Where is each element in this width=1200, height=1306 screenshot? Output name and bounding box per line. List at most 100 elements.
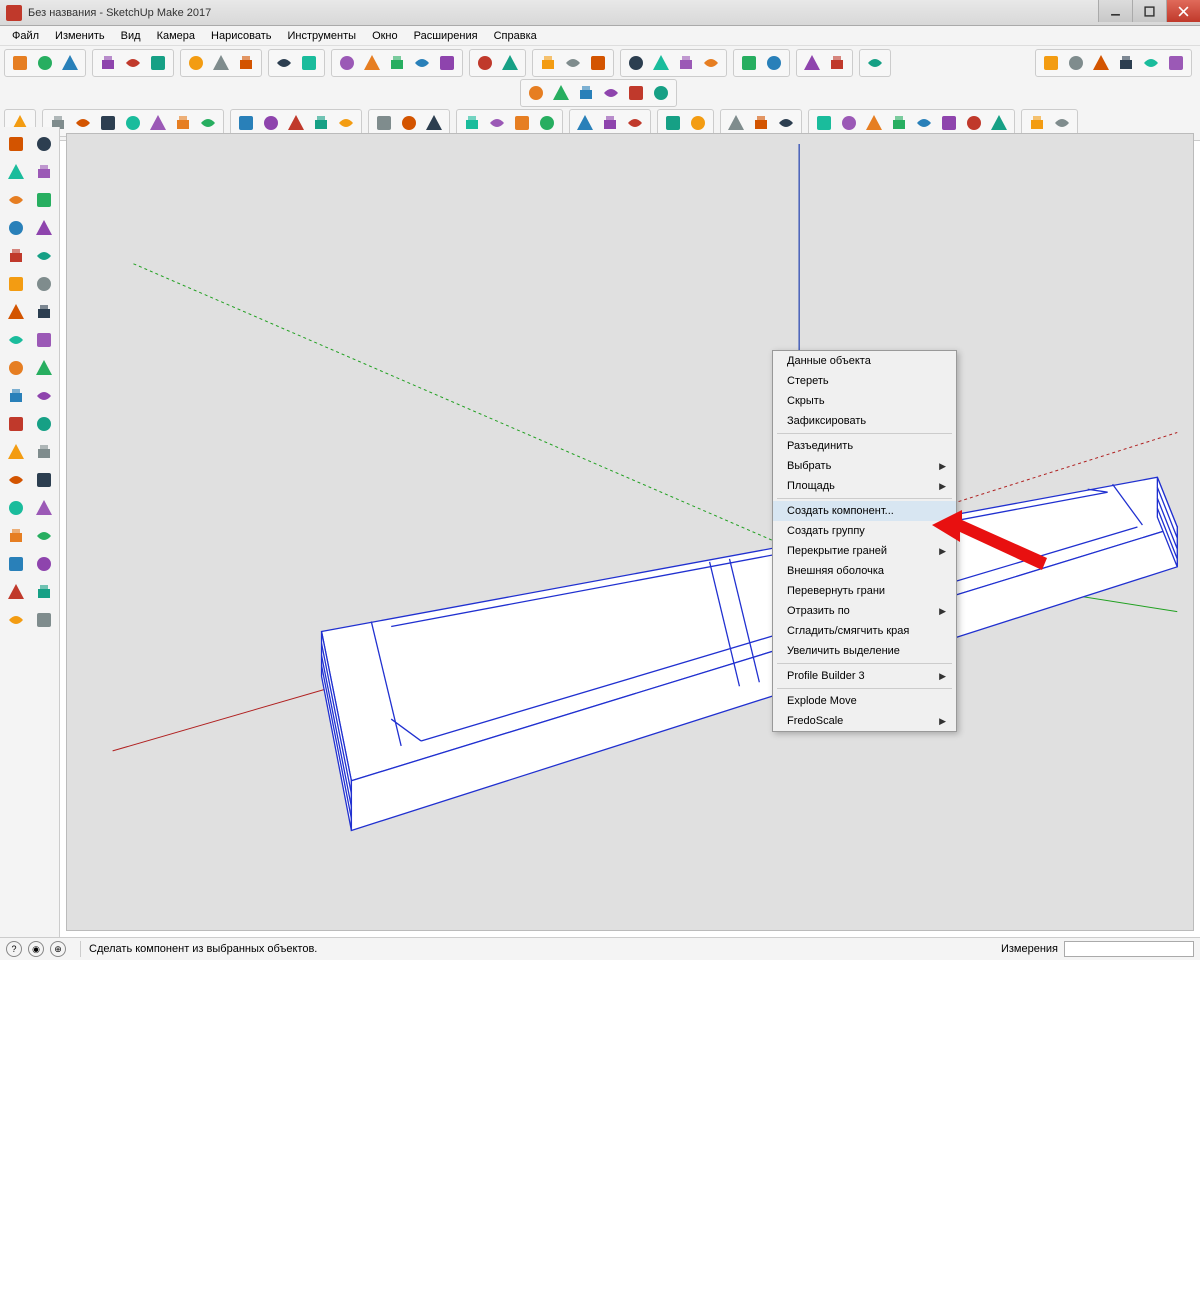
circle-button[interactable] [3,243,29,269]
line-button[interactable] [3,187,29,213]
menu-окно[interactable]: Окно [364,28,406,44]
delete-button[interactable] [184,51,208,75]
ctx-перевернуть-грани[interactable]: Перевернуть грани [773,581,956,601]
house-d-button[interactable] [599,81,623,105]
house-b-button[interactable] [549,81,573,105]
viewport[interactable]: Данные объектаСтеретьСкрытьЗафиксировать… [66,133,1194,931]
nav-c-button[interactable] [674,51,698,75]
move-button[interactable] [3,327,29,353]
curve-a-button[interactable] [800,51,824,75]
component-d-button[interactable] [410,51,434,75]
ctx-данные-объекта[interactable]: Данные объекта [773,351,956,371]
ctx-fredoscale[interactable]: FredoScale▶ [773,711,956,731]
menu-файл[interactable]: Файл [4,28,47,44]
minimize-button[interactable] [1098,0,1132,22]
rect-button[interactable] [3,215,29,241]
render-c-button[interactable] [1089,51,1113,75]
orbit-button[interactable] [3,495,29,521]
ctx-скрыть[interactable]: Скрыть [773,391,956,411]
eraser-button[interactable] [31,159,57,185]
layer-b-button[interactable] [498,51,522,75]
open-file-button[interactable] [33,51,57,75]
component-button[interactable] [31,131,57,157]
ctx-отразить-по[interactable]: Отразить по▶ [773,601,956,621]
look-button[interactable] [31,579,57,605]
push-button[interactable] [31,327,57,353]
house-f-button[interactable] [649,81,673,105]
redo-button[interactable] [234,51,258,75]
ctx-площадь[interactable]: Площадь▶ [773,476,956,496]
save-file-button[interactable] [58,51,82,75]
ctx-внешняя-оболочка[interactable]: Внешняя оболочка [773,561,956,581]
style-b-button[interactable] [561,51,585,75]
nav-a-button[interactable] [624,51,648,75]
component-e-button[interactable] [435,51,459,75]
house-c-button[interactable] [574,81,598,105]
ctx-разъединить[interactable]: Разъединить [773,436,956,456]
render-e-button[interactable] [1139,51,1163,75]
measurements-input[interactable] [1064,941,1194,957]
plugin-a-button[interactable] [863,51,887,75]
render-b-button[interactable] [1064,51,1088,75]
misc-b-button[interactable] [762,51,786,75]
cut-button[interactable] [96,51,120,75]
pie-button[interactable] [3,299,29,325]
nav-d-button[interactable] [699,51,723,75]
menu-нарисовать[interactable]: Нарисовать [203,28,279,44]
ctx-увеличить-выделение[interactable]: Увеличить выделение [773,641,956,661]
text-button[interactable] [31,439,57,465]
print-button[interactable] [272,51,296,75]
ctx-profile-builder-3[interactable]: Profile Builder 3▶ [773,666,956,686]
style-a-button[interactable] [536,51,560,75]
ctx-создать-компонент-[interactable]: Создать компонент... [773,501,956,521]
status-user-icon[interactable]: ◉ [28,941,44,957]
layer-a-button[interactable] [473,51,497,75]
tape-button[interactable] [3,411,29,437]
ctx-выбрать[interactable]: Выбрать▶ [773,456,956,476]
curve-b-button[interactable] [825,51,849,75]
model-info-button[interactable] [297,51,321,75]
ctx-сгладить-смягчить-края[interactable]: Сгладить/смягчить края [773,621,956,641]
close-button[interactable] [1166,0,1200,22]
follow-button[interactable] [31,355,57,381]
arc-button[interactable] [3,271,29,297]
render-f-button[interactable] [1164,51,1188,75]
scale-button[interactable] [3,383,29,409]
offset-button[interactable] [31,383,57,409]
axes-button[interactable] [3,467,29,493]
ctx-зафиксировать[interactable]: Зафиксировать [773,411,956,431]
ctx-explode-move[interactable]: Explode Move [773,691,956,711]
style-c-button[interactable] [586,51,610,75]
menu-инструменты[interactable]: Инструменты [279,28,364,44]
menu-расширения[interactable]: Расширения [406,28,486,44]
polygon-button[interactable] [31,243,57,269]
new-file-button[interactable] [8,51,32,75]
arc2-button[interactable] [31,271,57,297]
undo-button[interactable] [209,51,233,75]
rotrect-button[interactable] [31,215,57,241]
paint-button[interactable] [3,159,29,185]
component-a-button[interactable] [335,51,359,75]
pan-button[interactable] [31,495,57,521]
copy-button[interactable] [121,51,145,75]
zoom-ext-button[interactable] [31,551,57,577]
position-button[interactable] [3,579,29,605]
misc-a-button[interactable] [737,51,761,75]
arc3-button[interactable] [31,299,57,325]
menu-изменить[interactable]: Изменить [47,28,113,44]
nav-b-button[interactable] [649,51,673,75]
status-geo-icon[interactable]: ⊕ [50,941,66,957]
render-d-button[interactable] [1114,51,1138,75]
ctx-перекрытие-граней[interactable]: Перекрытие граней▶ [773,541,956,561]
paste-button[interactable] [146,51,170,75]
menu-справка[interactable]: Справка [486,28,545,44]
component-c-button[interactable] [385,51,409,75]
prev-button[interactable] [3,551,29,577]
ctx-создать-группу[interactable]: Создать группу [773,521,956,541]
status-info-icon[interactable]: ? [6,941,22,957]
3dtext-button[interactable] [31,467,57,493]
walk-button[interactable] [3,607,29,633]
zoomwin-button[interactable] [31,523,57,549]
menu-камера[interactable]: Камера [149,28,203,44]
freehand-button[interactable] [31,187,57,213]
